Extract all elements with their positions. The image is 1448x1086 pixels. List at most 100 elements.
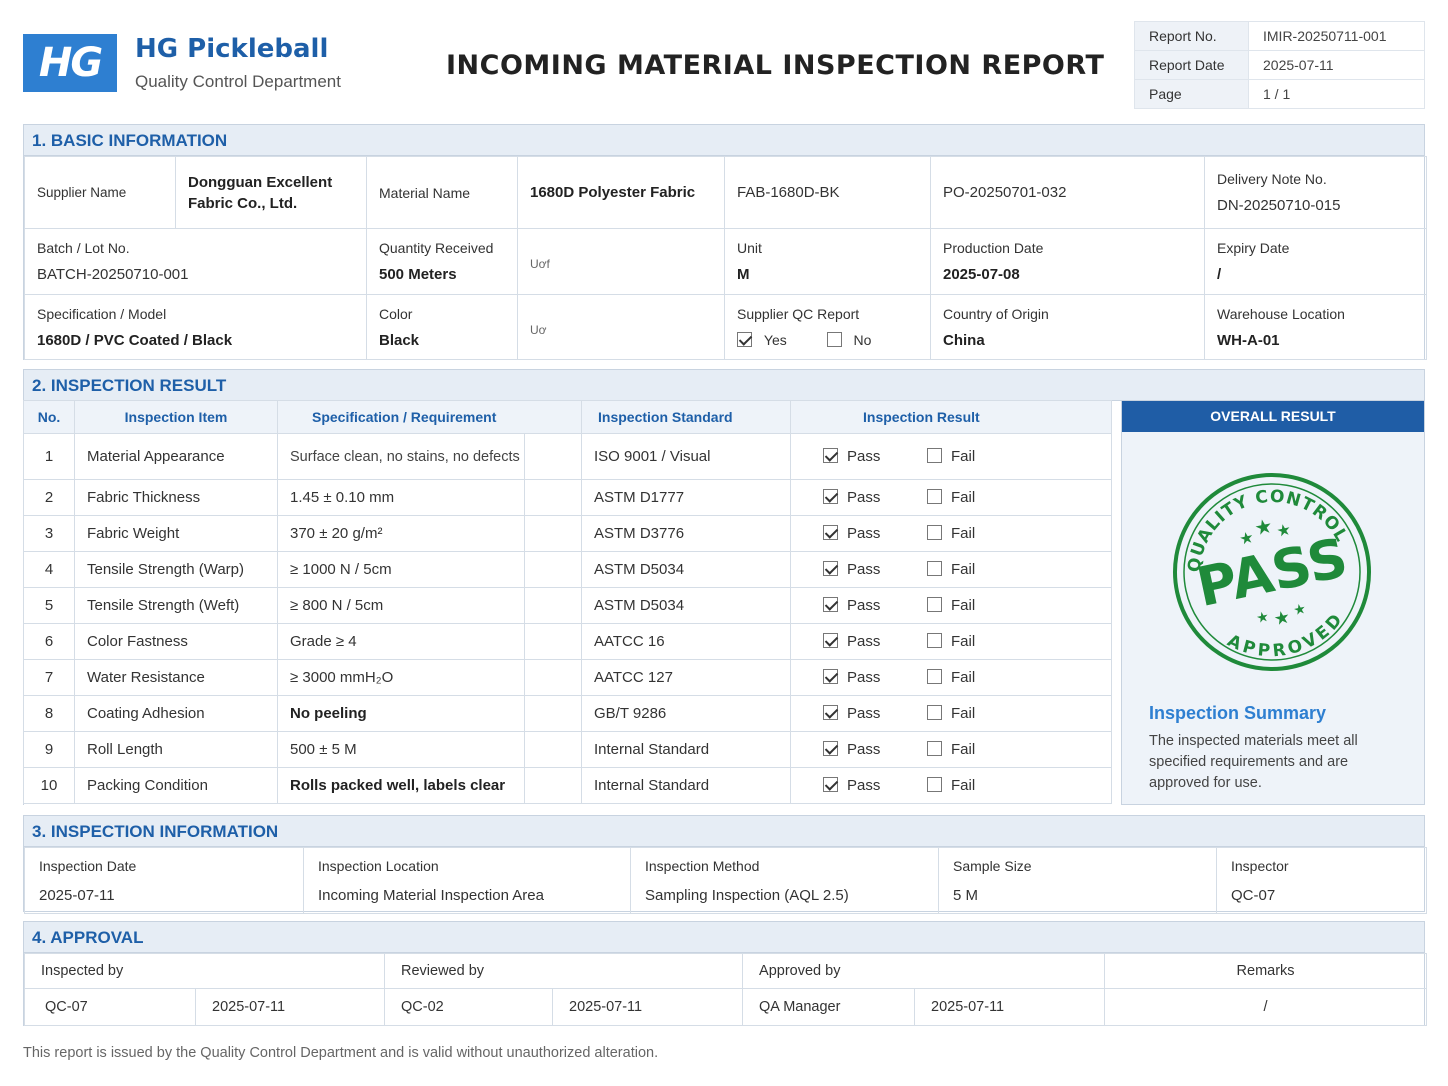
pass-label: Pass (847, 741, 881, 758)
table-row: 9 Roll Length 500 ± 5 M Internal Standard Pa… (23, 731, 1112, 768)
inspection-result: Pass Fail (790, 551, 1112, 588)
production-date-value: 2025-07-08 (943, 266, 1020, 283)
fail-checkbox[interactable] (927, 448, 942, 463)
col-header-spec: Specification / Requirement (277, 400, 582, 434)
inspected-by-label: Inspected by (23, 953, 386, 989)
quantity-mark-cell: Uơf (517, 228, 725, 295)
fail-checkbox[interactable] (927, 597, 942, 612)
pass-label: Pass (847, 705, 881, 722)
row-number: 4 (23, 551, 75, 588)
pass-checkbox[interactable] (823, 669, 838, 684)
unit-cell: Unit M (724, 228, 931, 295)
inspection-method-cell: Inspection Method Sampling Inspection (AQ… (630, 847, 939, 914)
meta-label: Page (1134, 79, 1249, 109)
meta-label: Report No. (1134, 21, 1249, 51)
table-header-row: No. Inspection Item Specification / Requ… (23, 400, 1112, 434)
fail-label: Fail (951, 597, 976, 614)
remarks-label: Remarks (1104, 953, 1428, 989)
fail-checkbox[interactable] (927, 633, 942, 648)
approval-table: Inspected by Reviewed by Approved by Rem… (23, 953, 1428, 1026)
pass-checkbox[interactable] (823, 489, 838, 504)
expiry-date-cell: Expiry Date / (1204, 228, 1427, 295)
col-header-no: No. (23, 400, 75, 434)
quantity-cell: Quantity Received 500 Meters (366, 228, 518, 295)
warehouse-cell: Warehouse Location WH-A-01 (1204, 294, 1427, 360)
expiry-date-value: / (1217, 266, 1222, 283)
pass-checkbox[interactable] (823, 448, 838, 463)
department-name: Quality Control Department (135, 72, 341, 91)
meta-label: Report Date (1134, 50, 1249, 80)
pass-checkbox[interactable] (823, 525, 838, 540)
pass-checkbox[interactable] (823, 741, 838, 756)
pass-checkbox[interactable] (823, 597, 838, 612)
inspection-result-table: No. Inspection Item Specification / Requ… (23, 400, 1112, 804)
row-number: 7 (23, 659, 75, 696)
supplier-label: Supplier Name (24, 156, 176, 229)
logo-text: HG (38, 40, 103, 86)
fail-checkbox[interactable] (927, 489, 942, 504)
specification: 500 ± 5 M (277, 731, 525, 768)
row-number: 9 (23, 731, 75, 768)
pass-label: Pass (847, 597, 881, 614)
spacer-cell (524, 767, 582, 804)
fail-label: Fail (951, 525, 976, 542)
inspected-by-date: 2025-07-11 (194, 988, 386, 1026)
pass-checkbox[interactable] (823, 777, 838, 792)
origin-label: Country of Origin (943, 305, 1049, 322)
pass-checkbox[interactable] (823, 705, 838, 720)
unit-label: Unit (737, 240, 762, 256)
approved-by-label: Approved by (742, 953, 1106, 989)
delivery-label: Delivery Note No. (1217, 171, 1327, 187)
supplier-value: Dongguan Excellent Fabric Co., Ltd. (175, 156, 367, 229)
fail-checkbox[interactable] (927, 525, 942, 540)
fail-label: Fail (951, 489, 976, 506)
reviewed-by-label: Reviewed by (384, 953, 744, 989)
specification-value: 1680D / PVC Coated / Black (37, 331, 233, 349)
overall-result-heading: OVERALL RESULT (1122, 401, 1424, 432)
inspection-standard: ASTM D5034 (581, 587, 791, 624)
inspection-standard: ASTM D1777 (581, 479, 791, 516)
table-row: 3 Fabric Weight 370 ± 20 g/m² ASTM D3776 Pas… (23, 515, 1112, 552)
supplier-qc-cell: Supplier QC Report Yes No (724, 294, 931, 360)
spacer-cell (524, 731, 582, 768)
pass-checkbox[interactable] (823, 561, 838, 576)
row-number: 10 (23, 767, 75, 804)
qc-no-checkbox[interactable] (826, 332, 842, 347)
fail-checkbox[interactable] (927, 741, 942, 756)
spacer-cell (524, 433, 582, 480)
pass-checkbox[interactable] (823, 633, 838, 648)
fail-checkbox[interactable] (927, 669, 942, 684)
color-label: Color (379, 305, 413, 322)
star-icon: ★ (1252, 513, 1275, 540)
inspection-standard: Internal Standard (581, 767, 791, 804)
basic-information-section: 1. BASIC INFORMATION Supplier Name Dongg… (23, 124, 1427, 360)
star-icon: ★ (1255, 609, 1271, 627)
qc-yes-checkbox[interactable] (737, 332, 752, 347)
production-date-cell: Production Date 2025-07-08 (930, 228, 1205, 295)
pass-label: Pass (847, 561, 881, 578)
fail-checkbox[interactable] (927, 705, 942, 720)
section-heading: 2. INSPECTION RESULT (24, 370, 1424, 401)
specification: No peeling (277, 695, 525, 732)
company-name: HG Pickleball (135, 34, 329, 64)
meta-row: Report No. IMIR-20250711-001 (1134, 21, 1425, 51)
table-row: 6 Color Fastness Grade ≥ 4 AATCC 16 Pass Fail (23, 623, 1112, 660)
meta-value: IMIR-20250711-001 (1248, 21, 1425, 51)
pass-label: Pass (847, 525, 881, 542)
inspection-item: Tensile Strength (Warp) (74, 551, 278, 588)
inspection-item: Material Appearance (74, 433, 278, 480)
table-row: 7 Water Resistance ≥ 3000 mmH₂O AATCC 127 Pa… (23, 659, 1112, 696)
inspection-standard: ASTM D3776 (581, 515, 791, 552)
meta-row: Report Date 2025-07-11 (1134, 50, 1425, 80)
color-value: Black (379, 331, 420, 349)
basic-info-row: Specification / Model 1680D / PVC Coated… (24, 294, 1427, 360)
meta-value: 1 / 1 (1248, 79, 1425, 109)
inspection-result: Pass Fail (790, 479, 1112, 516)
fail-checkbox[interactable] (927, 777, 942, 792)
table-row: 4 Tensile Strength (Warp) ≥ 1000 N / 5cm AS… (23, 551, 1112, 588)
fail-checkbox[interactable] (927, 561, 942, 576)
inspection-item: Fabric Thickness (74, 479, 278, 516)
inspection-result: Pass Fail (790, 659, 1112, 696)
pass-label: Pass (847, 489, 881, 506)
inspection-item: Color Fastness (74, 623, 278, 660)
